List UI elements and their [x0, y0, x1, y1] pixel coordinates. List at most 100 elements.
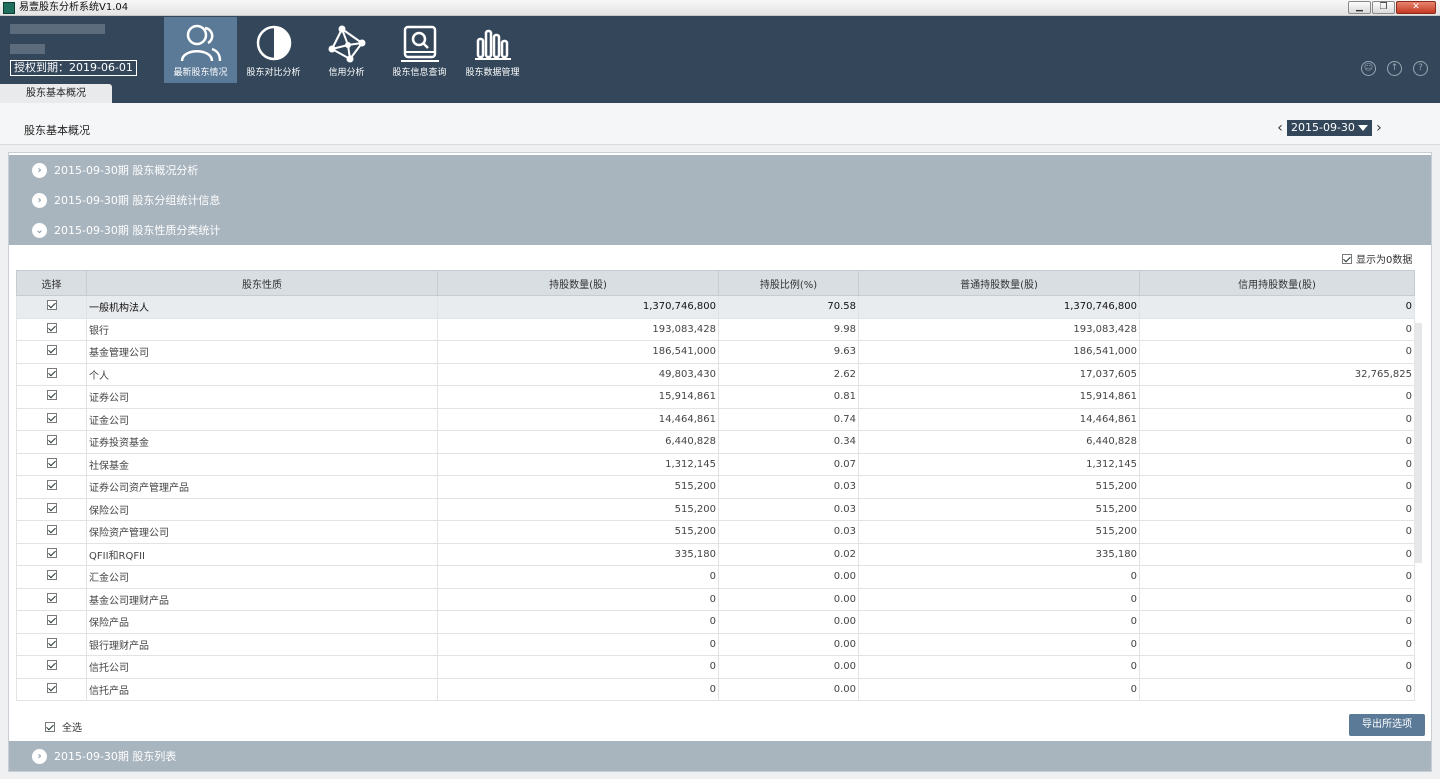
show-zero-checkbox[interactable] — [1342, 253, 1352, 264]
cell-normal-shares: 515,200 — [858, 497, 1140, 521]
nav-latest-shareholders[interactable]: 最新股东情况 — [164, 17, 237, 83]
cell-shares: 186,541,000 — [437, 340, 719, 364]
row-checkbox[interactable] — [46, 547, 57, 558]
col-header-shares: 持股数量(股) — [437, 270, 719, 296]
cell-credit-shares: 32,765,825 — [1139, 362, 1415, 386]
table-row[interactable]: 社保基金 1,312,145 0.07 1,312,145 0 — [16, 452, 1415, 476]
table-row[interactable]: 保险资产管理公司 515,200 0.03 515,200 0 — [16, 520, 1415, 544]
nav-shareholder-query[interactable]: 股东信息查询 — [383, 17, 456, 83]
help-icon[interactable]: ? — [1413, 61, 1428, 76]
row-checkbox[interactable] — [46, 367, 57, 378]
cell-ratio: 0.02 — [718, 542, 859, 566]
select-all-checkbox[interactable] — [45, 721, 55, 732]
cell-normal-shares: 17,037,605 — [858, 362, 1140, 386]
section-nature-stats[interactable]: ⌄ 2015-09-30期 股东性质分类统计 — [9, 215, 1431, 245]
cell-shares: 0 — [437, 677, 719, 701]
nav-credit-analysis[interactable]: 信用分析 — [310, 17, 383, 83]
period-value: 2015-09-30 — [1291, 121, 1355, 134]
user-icon[interactable]: ☺ — [1361, 61, 1376, 76]
minimize-button[interactable]: ▁ — [1348, 1, 1371, 14]
row-checkbox[interactable] — [46, 502, 57, 513]
cell-ratio: 0.00 — [718, 677, 859, 701]
table-row[interactable]: 个人 49,803,430 2.62 17,037,605 32,765,825 — [16, 362, 1415, 386]
show-zero-toggle[interactable]: 显示为0数据 — [1342, 251, 1412, 266]
chevron-left-icon[interactable]: ‹ — [1275, 121, 1285, 135]
table-row[interactable]: 证券投资基金 6,440,828 0.34 6,440,828 0 — [16, 430, 1415, 454]
period-dropdown[interactable]: 2015-09-30 — [1287, 120, 1372, 136]
row-checkbox[interactable] — [46, 345, 57, 356]
row-checkbox[interactable] — [46, 457, 57, 468]
cell-credit-shares: 0 — [1139, 587, 1415, 611]
row-checkbox[interactable] — [46, 480, 57, 491]
cell-shares: 15,914,861 — [437, 385, 719, 409]
table-row[interactable]: 银行 193,083,428 9.98 193,083,428 0 — [16, 317, 1415, 341]
row-checkbox[interactable] — [46, 435, 57, 446]
section-title: 2015-09-30期 股东概况分析 — [54, 164, 199, 177]
table-row[interactable]: 证券公司 15,914,861 0.81 15,914,861 0 — [16, 385, 1415, 409]
cell-shares: 515,200 — [437, 520, 719, 544]
table-row[interactable]: 保险公司 515,200 0.03 515,200 0 — [16, 497, 1415, 521]
section-group-stats[interactable]: › 2015-09-30期 股东分组统计信息 — [9, 185, 1431, 215]
cell-shares: 6,440,828 — [437, 430, 719, 454]
table-row[interactable]: 证金公司 14,464,861 0.74 14,464,861 0 — [16, 407, 1415, 431]
table-row[interactable]: 银行理财产品 0 0.00 0 0 — [16, 632, 1415, 656]
row-checkbox[interactable] — [46, 592, 57, 603]
row-checkbox[interactable] — [46, 322, 57, 333]
cell-normal-shares: 1,370,746,800 — [858, 295, 1140, 319]
tab-shareholder-overview[interactable]: 股东基本概况 — [0, 84, 112, 103]
table-row[interactable]: 基金管理公司 186,541,000 9.63 186,541,000 0 — [16, 340, 1415, 364]
cell-credit-shares: 0 — [1139, 317, 1415, 341]
table-row[interactable]: 基金公司理财产品 0 0.00 0 0 — [16, 587, 1415, 611]
cell-nature: 保险公司 — [86, 497, 438, 521]
row-select-cell — [16, 340, 87, 364]
row-select-cell — [16, 520, 87, 544]
nav-label: 信用分析 — [328, 68, 365, 78]
nav-label: 股东数据管理 — [465, 68, 520, 78]
upload-icon[interactable]: ↑ — [1387, 61, 1402, 76]
row-select-cell — [16, 497, 87, 521]
col-header-ratio: 持股比例(%) — [718, 270, 859, 296]
table-row[interactable]: 一般机构法人 1,370,746,800 70.58 1,370,746,800 0 — [16, 295, 1415, 319]
section-shareholder-list[interactable]: › 2015-09-30期 股东列表 — [9, 741, 1431, 771]
table-row[interactable]: 信托产品 0 0.00 0 0 — [16, 677, 1415, 701]
row-checkbox[interactable] — [46, 570, 57, 581]
chevron-right-icon: › — [32, 162, 47, 178]
maximize-button[interactable]: ❐ — [1372, 1, 1395, 14]
cell-ratio: 9.98 — [718, 317, 859, 341]
cell-credit-shares: 0 — [1139, 452, 1415, 476]
row-checkbox[interactable] — [46, 660, 57, 671]
cell-nature: 证金公司 — [86, 407, 438, 431]
cell-ratio: 0.00 — [718, 565, 859, 589]
section-overview-analysis[interactable]: › 2015-09-30期 股东概况分析 — [9, 155, 1431, 185]
nav-compare-analysis[interactable]: 股东对比分析 — [237, 17, 310, 83]
row-checkbox[interactable] — [46, 637, 57, 648]
cell-shares: 0 — [437, 610, 719, 634]
table-scrollbar[interactable] — [1414, 323, 1422, 563]
row-checkbox[interactable] — [46, 390, 57, 401]
select-all-toggle[interactable]: 全选 — [45, 719, 82, 734]
search-disk-icon — [400, 25, 439, 62]
table-row[interactable]: QFII和RQFII 335,180 0.02 335,180 0 — [16, 542, 1415, 566]
cell-nature: 证券投资基金 — [86, 430, 438, 454]
row-checkbox[interactable] — [46, 615, 57, 626]
cell-credit-shares: 0 — [1139, 610, 1415, 634]
row-checkbox[interactable] — [46, 525, 57, 536]
row-select-cell — [16, 475, 87, 499]
row-checkbox[interactable] — [46, 300, 57, 311]
cell-shares: 0 — [437, 632, 719, 656]
cell-ratio: 0.00 — [718, 632, 859, 656]
chevron-right-icon[interactable]: › — [1374, 121, 1384, 135]
table-row[interactable]: 保险产品 0 0.00 0 0 — [16, 610, 1415, 634]
table-row[interactable]: 证券公司资产管理产品 515,200 0.03 515,200 0 — [16, 475, 1415, 499]
cell-ratio: 70.58 — [718, 295, 859, 319]
user-name-redacted — [10, 24, 105, 34]
row-select-cell — [16, 385, 87, 409]
close-button[interactable]: ✕ — [1396, 1, 1436, 14]
nav-data-management[interactable]: 股东数据管理 — [456, 17, 529, 83]
cell-credit-shares: 0 — [1139, 520, 1415, 544]
export-selected-button[interactable]: 导出所选项 — [1349, 714, 1425, 736]
table-row[interactable]: 汇金公司 0 0.00 0 0 — [16, 565, 1415, 589]
row-checkbox[interactable] — [46, 412, 57, 423]
table-row[interactable]: 信托公司 0 0.00 0 0 — [16, 655, 1415, 679]
row-checkbox[interactable] — [46, 682, 57, 693]
